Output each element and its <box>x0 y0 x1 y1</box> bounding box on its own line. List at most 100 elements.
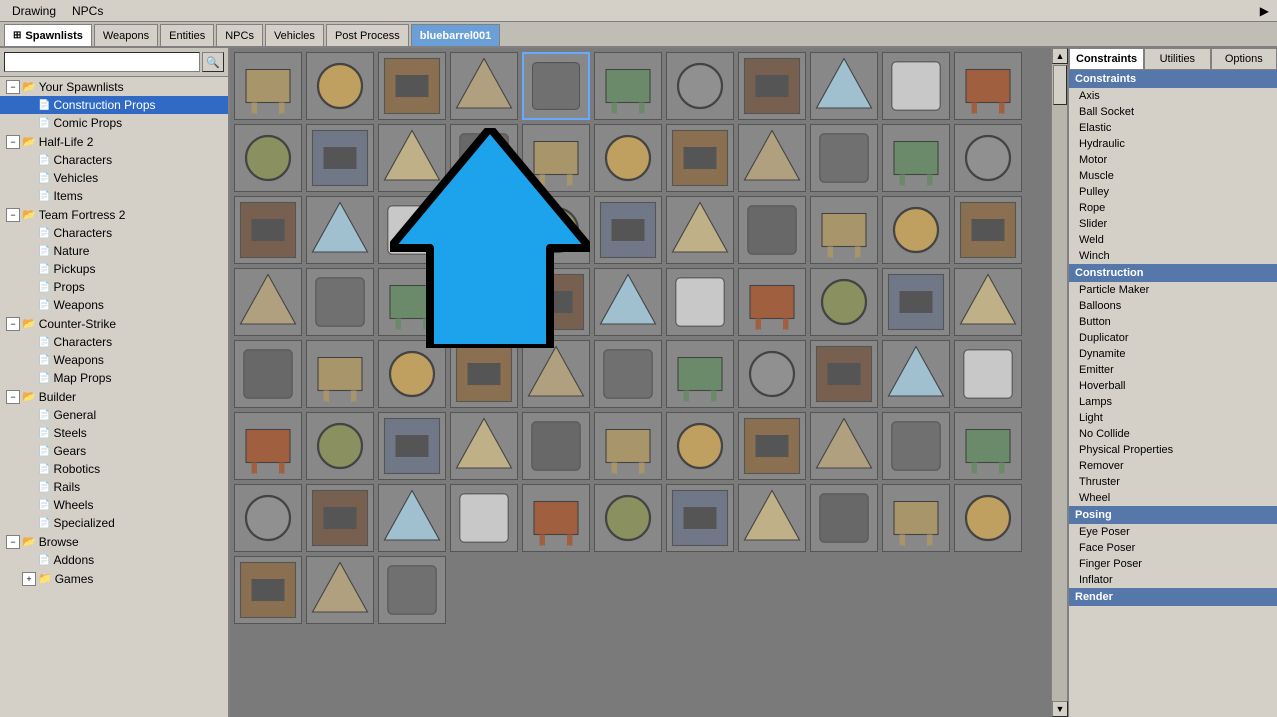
section-item-0-3[interactable]: Hydraulic <box>1069 136 1277 152</box>
tree-item-builder-steels[interactable]: 📄Steels <box>0 424 228 442</box>
section-item-1-3[interactable]: Duplicator <box>1069 330 1277 346</box>
grid-item[interactable] <box>378 340 446 408</box>
tree-item-hl2-characters[interactable]: 📄Characters <box>0 151 228 169</box>
tree-item-hl2-vehicles[interactable]: 📄Vehicles <box>0 169 228 187</box>
grid-item[interactable] <box>666 196 734 264</box>
tree-item-builder[interactable]: −📂Builder <box>0 387 228 406</box>
grid-item[interactable] <box>738 124 806 192</box>
grid-item[interactable] <box>522 412 590 480</box>
grid-item[interactable] <box>666 412 734 480</box>
grid-item[interactable] <box>954 412 1022 480</box>
grid-item[interactable] <box>450 268 518 336</box>
section-item-1-13[interactable]: Wheel <box>1069 490 1277 506</box>
grid-item[interactable] <box>594 196 662 264</box>
tree-item-tf2-pickups[interactable]: 📄Pickups <box>0 260 228 278</box>
grid-item[interactable] <box>738 340 806 408</box>
grid-item[interactable] <box>738 196 806 264</box>
tab-entities[interactable]: Entities <box>160 24 214 46</box>
right-tab-options[interactable]: Options <box>1211 48 1277 69</box>
grid-item[interactable] <box>594 412 662 480</box>
grid-item[interactable] <box>666 340 734 408</box>
grid-item[interactable] <box>306 52 374 120</box>
grid-item[interactable] <box>522 124 590 192</box>
grid-item[interactable] <box>954 340 1022 408</box>
grid-item[interactable] <box>666 124 734 192</box>
grid-item[interactable] <box>594 124 662 192</box>
tree-item-browse-addons[interactable]: 📄Addons <box>0 551 228 569</box>
tree-item-tf2-weapons[interactable]: 📄Weapons <box>0 296 228 314</box>
tab-npcs[interactable]: NPCs <box>216 24 263 46</box>
grid-item[interactable] <box>306 196 374 264</box>
grid-item[interactable] <box>810 52 878 120</box>
grid-item[interactable] <box>306 484 374 552</box>
expand-btn-browse[interactable]: − <box>6 535 20 549</box>
grid-item[interactable] <box>234 484 302 552</box>
section-header-2[interactable]: Posing <box>1069 506 1277 524</box>
section-item-1-10[interactable]: Physical Properties <box>1069 442 1277 458</box>
section-item-1-0[interactable]: Particle Maker <box>1069 282 1277 298</box>
grid-item[interactable] <box>450 196 518 264</box>
tree-item-tf2-characters[interactable]: 📄Characters <box>0 224 228 242</box>
tree-item-browse-games[interactable]: +📁Games <box>0 569 228 588</box>
grid-item[interactable] <box>378 484 446 552</box>
grid-item[interactable] <box>738 484 806 552</box>
grid-item[interactable] <box>234 124 302 192</box>
grid-item[interactable] <box>882 268 950 336</box>
grid-item[interactable] <box>450 484 518 552</box>
grid-item[interactable] <box>234 340 302 408</box>
grid-item[interactable] <box>954 52 1022 120</box>
expand-btn-counter-strike[interactable]: − <box>6 317 20 331</box>
expand-btn-builder[interactable]: − <box>6 390 20 404</box>
grid-item[interactable] <box>378 124 446 192</box>
grid-item[interactable] <box>378 196 446 264</box>
section-item-0-9[interactable]: Weld <box>1069 232 1277 248</box>
grid-item[interactable] <box>378 52 446 120</box>
grid-item[interactable] <box>666 484 734 552</box>
grid-item[interactable] <box>234 52 302 120</box>
tree-item-builder-gears[interactable]: 📄Gears <box>0 442 228 460</box>
tree-item-cs-characters[interactable]: 📄Characters <box>0 333 228 351</box>
section-item-1-4[interactable]: Dynamite <box>1069 346 1277 362</box>
grid-item[interactable] <box>882 196 950 264</box>
grid-item[interactable] <box>882 52 950 120</box>
grid-item[interactable] <box>954 124 1022 192</box>
expand-btn-half-life-2[interactable]: − <box>6 135 20 149</box>
search-input[interactable] <box>4 52 200 72</box>
grid-item[interactable] <box>738 52 806 120</box>
grid-item[interactable] <box>522 340 590 408</box>
tree-item-builder-specialized[interactable]: 📄Specialized <box>0 514 228 532</box>
tree-item-cs-weapons[interactable]: 📄Weapons <box>0 351 228 369</box>
tab-postprocess[interactable]: Post Process <box>326 24 409 46</box>
grid-item[interactable] <box>882 412 950 480</box>
grid-item[interactable] <box>450 412 518 480</box>
grid-item[interactable] <box>306 340 374 408</box>
grid-item[interactable] <box>666 268 734 336</box>
grid-item[interactable] <box>738 412 806 480</box>
tab-weapons[interactable]: Weapons <box>94 24 158 46</box>
section-item-1-9[interactable]: No Collide <box>1069 426 1277 442</box>
center-scrollbar[interactable]: ▲ ▼ <box>1051 48 1067 717</box>
grid-item[interactable] <box>234 412 302 480</box>
tree-item-your-spawnlists[interactable]: −📂Your Spawnlists <box>0 77 228 96</box>
tab-vehicles[interactable]: Vehicles <box>265 24 324 46</box>
grid-item[interactable] <box>450 340 518 408</box>
section-item-1-6[interactable]: Hoverball <box>1069 378 1277 394</box>
grid-item[interactable] <box>378 412 446 480</box>
grid-item[interactable] <box>954 196 1022 264</box>
grid-item[interactable] <box>522 484 590 552</box>
section-item-0-4[interactable]: Motor <box>1069 152 1277 168</box>
tab-spawnlists[interactable]: ⊞ Spawnlists <box>4 24 92 46</box>
grid-item[interactable] <box>450 124 518 192</box>
grid-item[interactable] <box>594 268 662 336</box>
grid-item[interactable] <box>954 484 1022 552</box>
section-item-2-2[interactable]: Finger Poser <box>1069 556 1277 572</box>
section-item-0-7[interactable]: Rope <box>1069 200 1277 216</box>
section-item-1-2[interactable]: Button <box>1069 314 1277 330</box>
section-header-3[interactable]: Render <box>1069 588 1277 606</box>
menu-npcs[interactable]: NPCs <box>64 2 111 20</box>
tree-item-tf2-nature[interactable]: 📄Nature <box>0 242 228 260</box>
section-item-1-1[interactable]: Balloons <box>1069 298 1277 314</box>
grid-item[interactable] <box>810 412 878 480</box>
scroll-down-btn[interactable]: ▼ <box>1052 701 1068 717</box>
right-tab-utilities[interactable]: Utilities <box>1144 48 1210 69</box>
